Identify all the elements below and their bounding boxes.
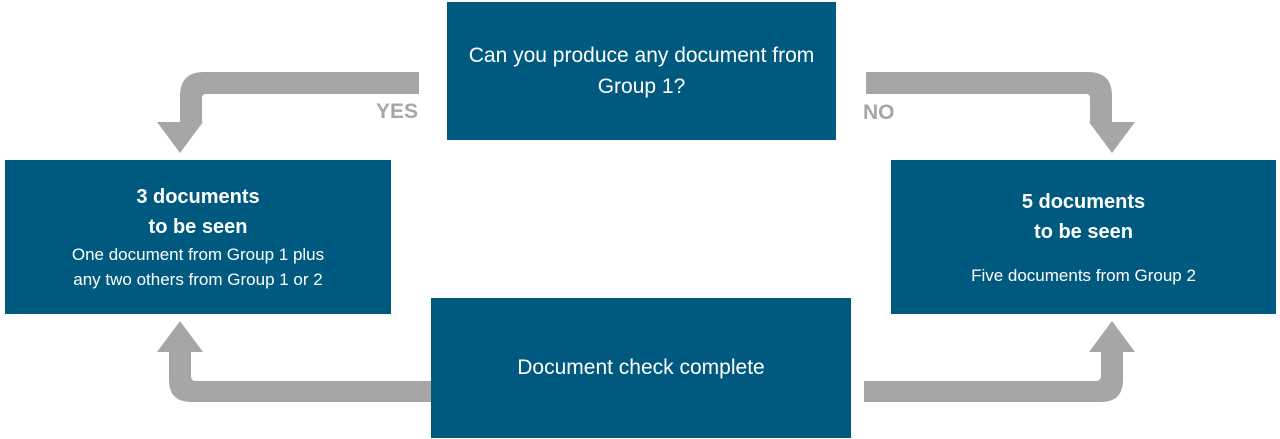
yes-outcome-heading-line1: 3 documents xyxy=(136,186,260,208)
no-arrow xyxy=(866,72,1135,153)
question-text: Can you produce any document from Group … xyxy=(468,44,815,98)
left-return-arrow xyxy=(157,321,431,402)
yes-outcome-box: 3 documents to be seen One document from… xyxy=(5,160,391,314)
yes-label: YES xyxy=(376,100,419,123)
yes-outcome-heading-line2: to be seen xyxy=(148,216,248,238)
right-return-arrow xyxy=(864,321,1135,402)
yes-outcome-body-line2: any two others from Group 1 or 2 xyxy=(73,270,323,289)
no-outcome-heading-line2: to be seen xyxy=(1034,220,1133,243)
question-box: Can you produce any document from Group … xyxy=(447,2,836,140)
no-outcome-box: 5 documents to be seen Five documents fr… xyxy=(891,160,1276,314)
yes-outcome-body-line1: One document from Group 1 plus xyxy=(71,245,325,264)
no-outcome-heading-line1: 5 documents xyxy=(1021,190,1146,213)
no-label: NO xyxy=(863,101,895,124)
result-box: Document check complete xyxy=(431,298,851,438)
result-text: Document check complete xyxy=(517,356,765,379)
no-outcome-body-line1: Five documents from Group 2 xyxy=(971,265,1196,285)
